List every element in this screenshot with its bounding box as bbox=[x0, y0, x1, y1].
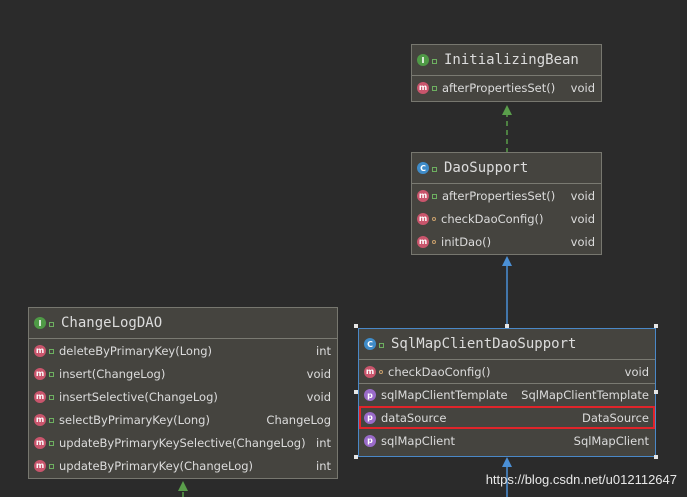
member-name: checkDaoConfig() bbox=[388, 364, 491, 379]
method-icon: m bbox=[34, 436, 46, 449]
member-name: insertSelective(ChangeLog) bbox=[59, 389, 218, 404]
member-type: void bbox=[306, 389, 331, 404]
method-row[interactable]: m checkDaoConfig() void bbox=[412, 207, 601, 230]
member-name: afterPropertiesSet() bbox=[442, 188, 556, 203]
member-type: void bbox=[570, 211, 595, 226]
class-title: ChangeLogDAO bbox=[61, 315, 163, 331]
class-header: I ChangeLogDAO bbox=[29, 308, 337, 339]
member-type: void bbox=[570, 234, 595, 249]
selection-handle[interactable] bbox=[654, 455, 658, 459]
member-name: updateByPrimaryKeySelective(ChangeLog) bbox=[59, 435, 306, 450]
class-title: DaoSupport bbox=[444, 160, 529, 176]
member-type: int bbox=[316, 435, 331, 450]
selection-handle[interactable] bbox=[654, 390, 658, 394]
member-type: SqlMapClient bbox=[573, 433, 649, 448]
public-lock-icon bbox=[49, 418, 54, 423]
method-icon: m bbox=[34, 459, 46, 472]
member-name: insert(ChangeLog) bbox=[59, 366, 166, 381]
property-row[interactable]: p sqlMapClientTemplate SqlMapClientTempl… bbox=[359, 383, 655, 406]
public-lock-icon bbox=[49, 395, 54, 400]
public-lock-icon bbox=[49, 321, 54, 327]
method-row[interactable]: m initDao() void bbox=[412, 230, 601, 253]
method-row[interactable]: m deleteByPrimaryKey(Long) int bbox=[29, 339, 337, 362]
property-icon: p bbox=[364, 389, 376, 401]
implements-arrowhead bbox=[502, 105, 512, 115]
member-name: sqlMapClient bbox=[381, 433, 456, 448]
method-row[interactable]: m updateByPrimaryKey(ChangeLog) int bbox=[29, 454, 337, 477]
member-name: updateByPrimaryKey(ChangeLog) bbox=[59, 458, 254, 473]
property-icon: p bbox=[364, 411, 376, 424]
member-type: void bbox=[306, 366, 331, 381]
property-row-highlighted[interactable]: p dataSource DataSource bbox=[359, 406, 655, 429]
selection-handle[interactable] bbox=[505, 324, 509, 328]
member-type: int bbox=[316, 343, 331, 358]
method-row[interactable]: m updateByPrimaryKeySelective(ChangeLog)… bbox=[29, 431, 337, 454]
member-type: void bbox=[570, 188, 595, 203]
class-title: SqlMapClientDaoSupport bbox=[391, 336, 577, 352]
method-icon: m bbox=[417, 81, 429, 94]
method-icon: m bbox=[417, 235, 429, 248]
member-type: void bbox=[624, 364, 649, 379]
method-row[interactable]: m afterPropertiesSet() void bbox=[412, 76, 601, 99]
member-type: DataSource bbox=[582, 410, 649, 425]
public-lock-icon bbox=[432, 166, 437, 172]
protected-key-icon bbox=[432, 216, 436, 221]
extends-arrowhead bbox=[502, 256, 512, 266]
public-lock-icon bbox=[49, 349, 54, 354]
interface-icon: I bbox=[34, 317, 46, 329]
interface-icon: I bbox=[417, 54, 429, 66]
public-lock-icon bbox=[49, 464, 54, 469]
public-lock-icon bbox=[432, 86, 437, 91]
selection-handle[interactable] bbox=[354, 455, 358, 459]
extends-arrowhead-bottom bbox=[502, 457, 512, 467]
member-name: deleteByPrimaryKey(Long) bbox=[59, 343, 213, 358]
class-title: InitializingBean bbox=[444, 52, 579, 68]
method-icon: m bbox=[34, 390, 46, 403]
method-icon: m bbox=[417, 189, 429, 202]
class-icon: C bbox=[417, 162, 429, 174]
member-type: void bbox=[570, 80, 595, 95]
method-icon: m bbox=[34, 344, 46, 357]
class-header: I InitializingBean bbox=[412, 45, 601, 76]
public-lock-icon bbox=[379, 342, 384, 348]
member-type: int bbox=[316, 458, 331, 473]
member-name: sqlMapClientTemplate bbox=[381, 388, 508, 402]
member-name: checkDaoConfig() bbox=[441, 211, 544, 226]
method-icon: m bbox=[34, 413, 46, 426]
class-box-sql-map-client-dao-support[interactable]: C SqlMapClientDaoSupport m checkDaoConfi… bbox=[358, 328, 656, 457]
class-box-initializing-bean[interactable]: I InitializingBean m afterPropertiesSet(… bbox=[411, 44, 602, 102]
method-row[interactable]: m insert(ChangeLog) void bbox=[29, 362, 337, 385]
class-icon: C bbox=[364, 338, 376, 350]
member-type: SqlMapClientTemplate bbox=[521, 388, 649, 402]
method-row[interactable]: m checkDaoConfig() void bbox=[359, 360, 655, 383]
class-box-dao-support[interactable]: C DaoSupport m afterPropertiesSet() void… bbox=[411, 152, 602, 255]
member-type: ChangeLog bbox=[266, 412, 331, 427]
public-lock-icon bbox=[49, 372, 54, 377]
class-header: C SqlMapClientDaoSupport bbox=[359, 329, 655, 360]
protected-key-icon bbox=[379, 369, 383, 374]
protected-key-icon bbox=[432, 239, 436, 244]
class-box-change-log-dao[interactable]: I ChangeLogDAO m deleteByPrimaryKey(Long… bbox=[28, 307, 338, 479]
method-icon: m bbox=[34, 367, 46, 380]
selection-handle[interactable] bbox=[354, 324, 358, 328]
public-lock-icon bbox=[432, 58, 437, 64]
implements-arrowhead-bottom bbox=[178, 481, 188, 491]
method-row[interactable]: m afterPropertiesSet() void bbox=[412, 184, 601, 207]
public-lock-icon bbox=[49, 441, 54, 446]
member-name: afterPropertiesSet() bbox=[442, 80, 556, 95]
public-lock-icon bbox=[432, 194, 437, 199]
method-icon: m bbox=[364, 365, 376, 378]
method-icon: m bbox=[417, 212, 429, 225]
member-name: selectByPrimaryKey(Long) bbox=[59, 412, 210, 427]
selection-handle[interactable] bbox=[354, 390, 358, 394]
member-name: dataSource bbox=[381, 410, 447, 425]
watermark: https://blog.csdn.net/u012112647 bbox=[485, 472, 677, 487]
member-name: initDao() bbox=[441, 234, 492, 249]
class-header: C DaoSupport bbox=[412, 153, 601, 184]
method-row[interactable]: m selectByPrimaryKey(Long) ChangeLog bbox=[29, 408, 337, 431]
property-row[interactable]: p sqlMapClient SqlMapClient bbox=[359, 429, 655, 452]
selection-handle[interactable] bbox=[654, 324, 658, 328]
property-icon: p bbox=[364, 434, 376, 447]
method-row[interactable]: m insertSelective(ChangeLog) void bbox=[29, 385, 337, 408]
